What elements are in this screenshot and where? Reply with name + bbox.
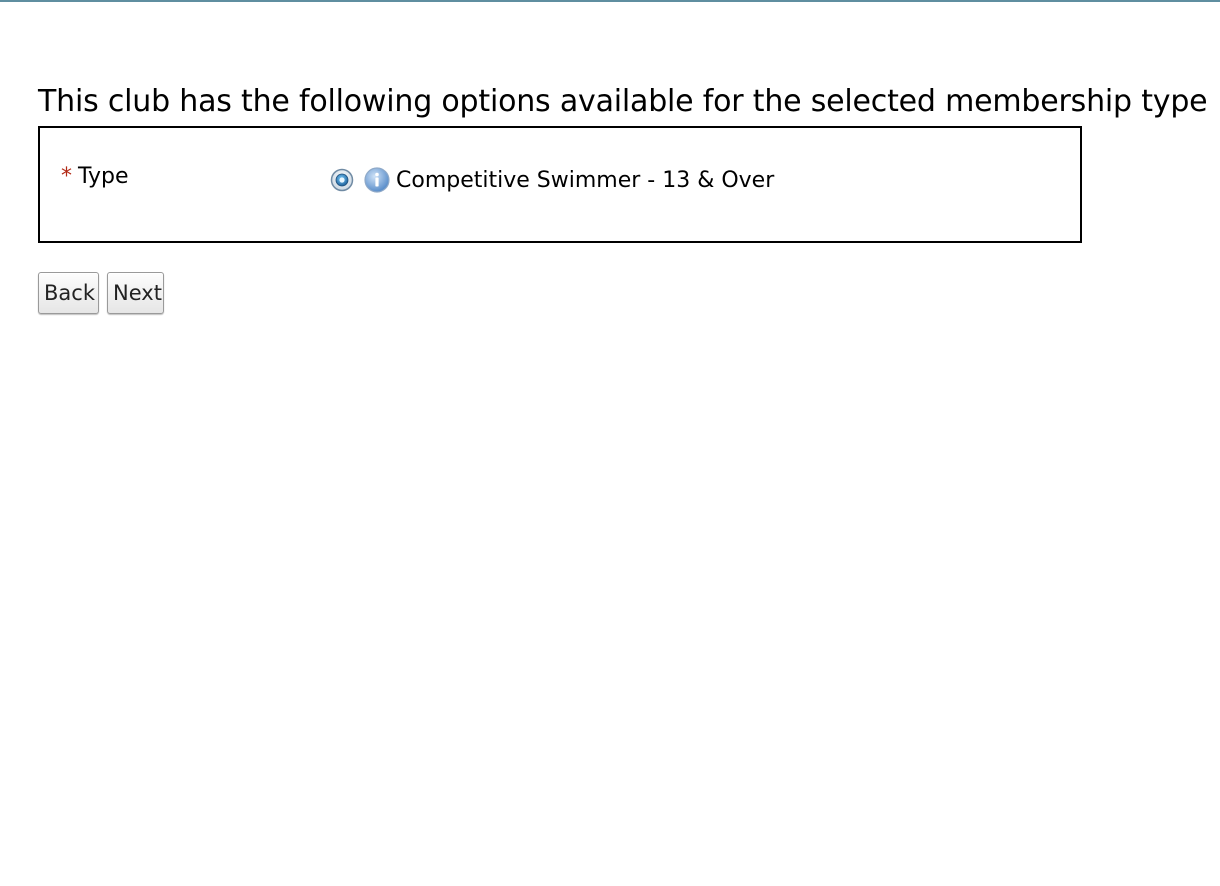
type-field-label: * Type [61, 163, 129, 191]
required-marker: * [61, 164, 72, 189]
page-heading: This club has the following options avai… [38, 84, 1208, 119]
info-icon[interactable] [364, 167, 390, 193]
next-button[interactable]: Next [107, 272, 164, 314]
membership-option[interactable]: Competitive Swimmer - 13 & Over [330, 165, 774, 195]
radio-selected-icon[interactable] [330, 168, 354, 192]
option-label: Competitive Swimmer - 13 & Over [396, 168, 775, 193]
top-divider [0, 0, 1220, 2]
type-label: Type [78, 164, 129, 189]
back-button[interactable]: Back [38, 272, 99, 314]
membership-options-box: * Type Competitive Swimmer - 13 & Over [38, 126, 1082, 243]
